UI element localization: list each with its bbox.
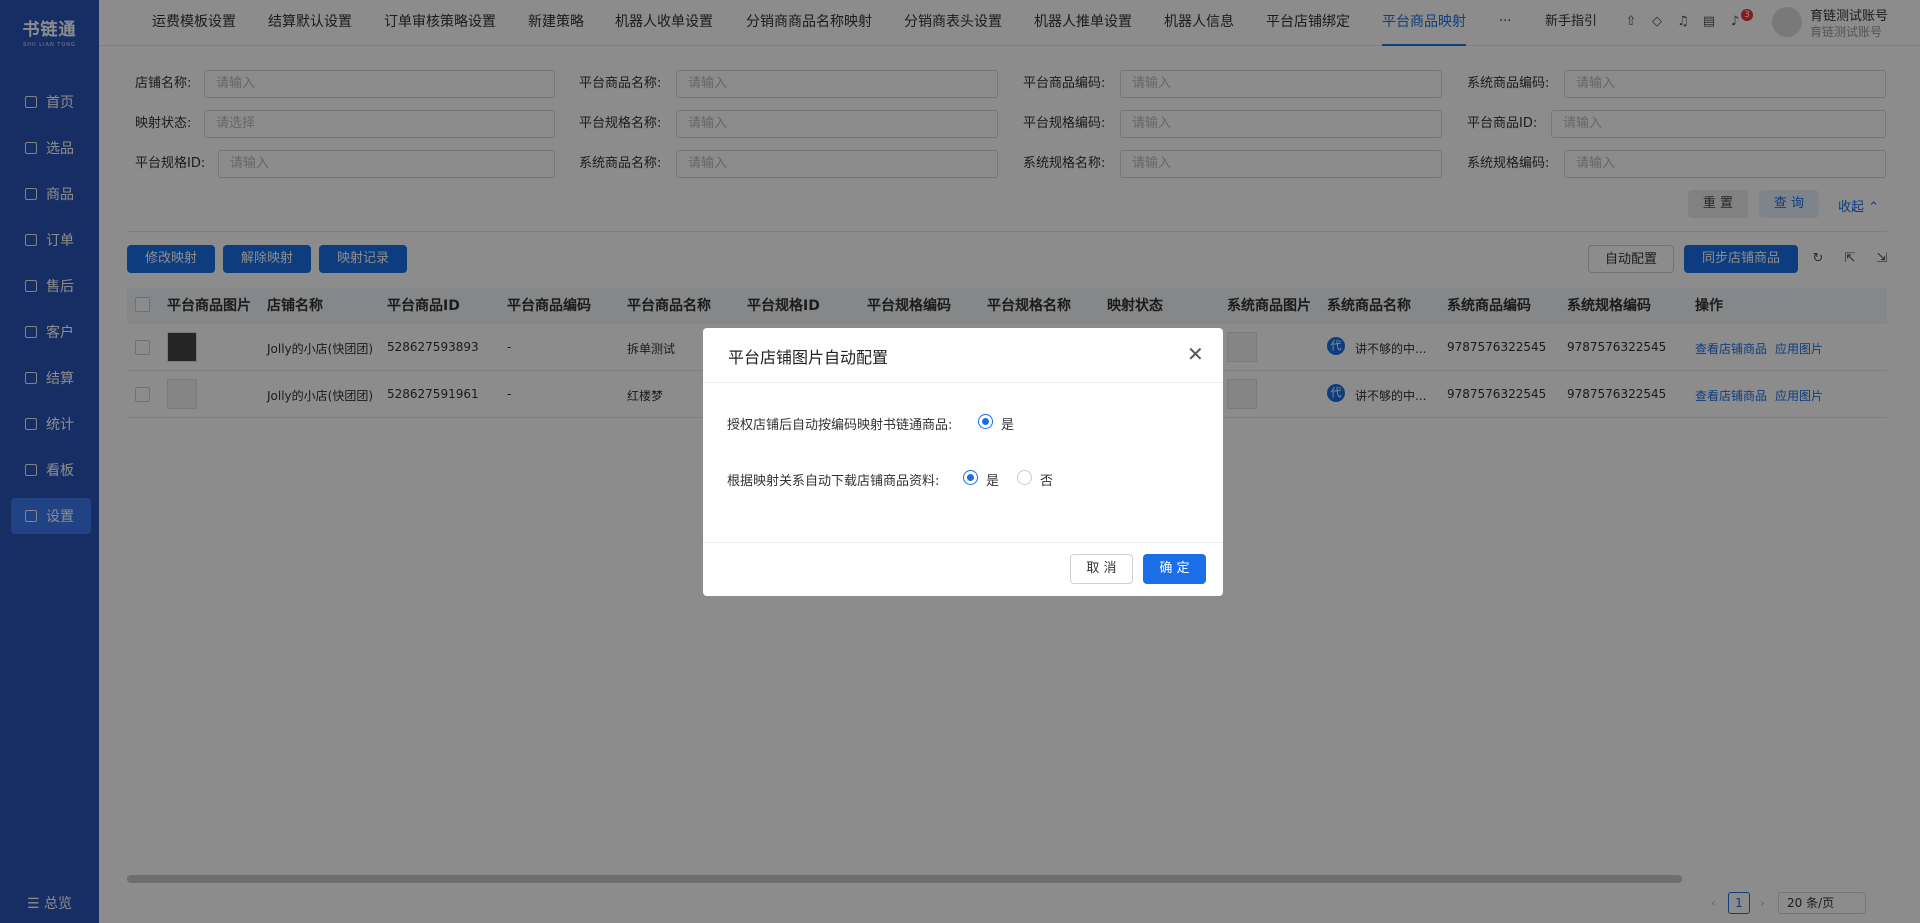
close-icon[interactable]: ✕ xyxy=(1187,344,1204,364)
dialog-divider xyxy=(703,542,1223,543)
cancel-button[interactable]: 取 消 xyxy=(1070,554,1133,584)
auto-download-yes-radio[interactable] xyxy=(963,470,978,485)
auto-map-yes-radio[interactable] xyxy=(978,414,993,429)
auto-config-dialog: 平台店铺图片自动配置 ✕ 授权店铺后自动按编码映射书链通商品: 是 根据映射关系… xyxy=(703,328,1223,596)
confirm-button[interactable]: 确 定 xyxy=(1143,554,1206,584)
auto-download-label: 根据映射关系自动下载店铺商品资料: xyxy=(727,474,940,489)
auto-download-yes-label[interactable]: 是 xyxy=(986,470,999,489)
auto-download-no-radio[interactable] xyxy=(1017,470,1032,485)
auto-map-yes-label[interactable]: 是 xyxy=(1001,414,1014,433)
dialog-divider xyxy=(703,382,1223,383)
dialog-title: 平台店铺图片自动配置 xyxy=(728,348,889,367)
auto-download-no-label[interactable]: 否 xyxy=(1040,470,1053,489)
auto-map-label: 授权店铺后自动按编码映射书链通商品: xyxy=(727,418,953,433)
